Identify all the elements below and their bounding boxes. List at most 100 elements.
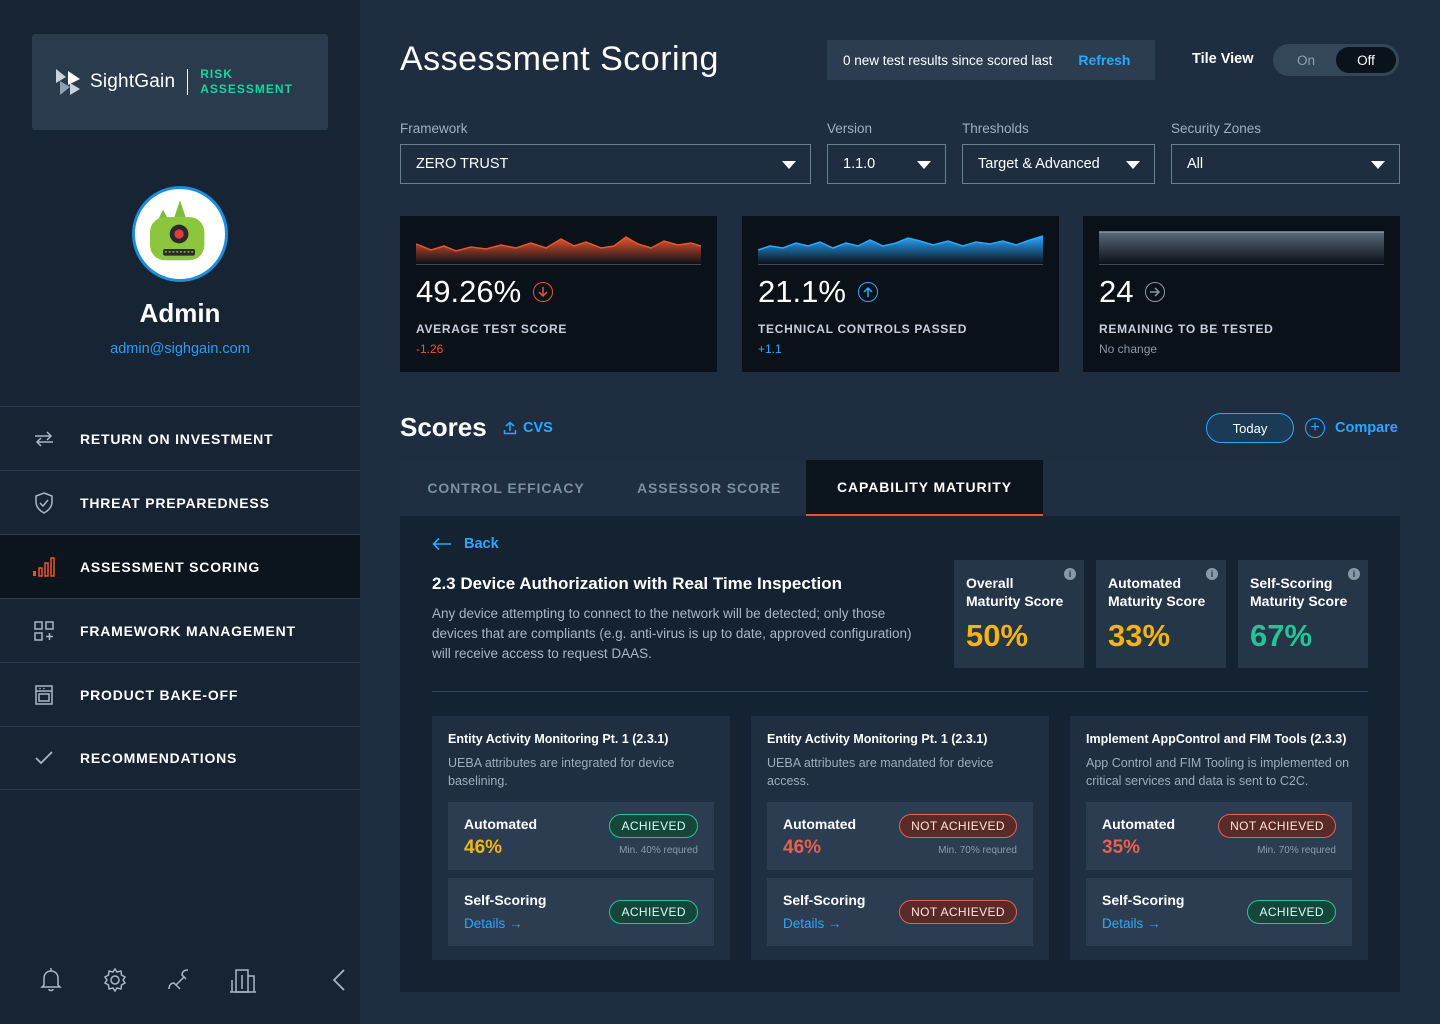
caret-down-icon [1126, 161, 1140, 169]
control-description: App Control and FIM Tooling is implement… [1086, 756, 1350, 788]
transfer-arrows-icon [32, 427, 56, 451]
user-email[interactable]: admin@sighgain.com [0, 341, 360, 357]
arrow-down-icon [533, 282, 554, 302]
status-badge: NOT ACHIEVED [1218, 814, 1336, 838]
kpi-card-remaining-to-be-tested[interactable]: 24 REMAINING TO BE TESTED No change [1083, 216, 1400, 372]
controls-passed-sparkline [758, 235, 1043, 264]
brand-product-line1: RISK [200, 67, 233, 81]
framework-select[interactable]: ZERO TRUST [400, 144, 811, 184]
info-icon[interactable]: i [1348, 568, 1360, 580]
tab-control-efficacy[interactable]: CONTROL EFFICACY [400, 460, 612, 516]
control-title: Implement AppControl and FIM Tools (2.3.… [1086, 732, 1347, 746]
sidebar-item-threat-preparedness[interactable]: THREAT PREPAREDNESS [0, 470, 360, 534]
brand-product: RISK ASSESSMENT [200, 67, 293, 97]
minimum-required: Min. 40% requred [619, 845, 698, 856]
sidebar-item-label: PRODUCT BAKE-OFF [80, 686, 239, 703]
security-zones-select[interactable]: All [1171, 144, 1400, 184]
sidebar-item-recommendations[interactable]: RECOMMENDATIONS [0, 726, 360, 790]
sidebar-item-return-on-investment[interactable]: RETURN ON INVESTMENT [0, 406, 360, 470]
phone-icon[interactable] [164, 965, 194, 995]
kpi-delta: No change [1099, 342, 1158, 356]
toggle-off-option[interactable]: Off [1336, 47, 1396, 73]
sidebar-item-label: THREAT PREPAREDNESS [80, 494, 270, 511]
maturity-label: Overall [966, 575, 1014, 591]
maturity-value: 50% [966, 618, 1029, 653]
thresholds-select[interactable]: Target & Advanced [962, 144, 1155, 184]
control-card-2-3-1-baselining: Entity Activity Monitoring Pt. 1 (2.3.1)… [432, 716, 730, 960]
collapse-sidebar-chevron-icon[interactable] [328, 966, 350, 994]
sidebar-footer [36, 964, 336, 996]
security-zones-label: Security Zones [1171, 121, 1262, 136]
automated-score-row: Automated 46% ACHIEVED Min. 40% requred [448, 802, 714, 870]
avatar[interactable] [132, 186, 228, 282]
back-label: Back [464, 536, 499, 552]
kpi-card-technical-controls-passed[interactable]: 21.1% TECHNICAL CONTROLS PASSED +1.1 [742, 216, 1059, 372]
sparkline-baseline [1099, 264, 1384, 265]
details-link[interactable]: Details → [783, 916, 842, 931]
tab-assessor-score[interactable]: ASSESSOR SCORE [612, 460, 806, 516]
minimum-required: Min. 70% requred [938, 845, 1017, 856]
control-title: Entity Activity Monitoring Pt. 1 (2.3.1) [448, 732, 669, 746]
tab-capability-maturity[interactable]: CAPABILITY MATURITY [806, 460, 1043, 516]
info-icon[interactable]: i [1064, 568, 1076, 580]
automated-value: 46% [464, 837, 503, 858]
maturity-label: Maturity Score [966, 593, 1064, 609]
version-select[interactable]: 1.1.0 [827, 144, 946, 184]
sightgain-logo-icon [56, 69, 80, 95]
tile-view-label: Tile View [1192, 51, 1254, 67]
brand-logo[interactable]: SightGain RISK ASSESSMENT [32, 34, 328, 130]
sparkline-baseline [416, 264, 701, 265]
tile-view-toggle[interactable]: On Off [1273, 44, 1399, 76]
details-link[interactable]: Details → [1102, 916, 1161, 931]
maturity-label: Maturity Score [1108, 593, 1206, 609]
details-link[interactable]: Details → [464, 916, 523, 931]
automated-label: Automated [1102, 816, 1176, 832]
today-button[interactable]: Today [1206, 413, 1294, 443]
arrow-left-icon [432, 537, 451, 551]
thresholds-label: Thresholds [962, 121, 1029, 136]
caret-down-icon [1371, 161, 1385, 169]
arrow-up-icon [857, 282, 878, 302]
self-scoring-row: Self-Scoring Details → ACHIEVED [448, 878, 714, 946]
export-cvs-button[interactable]: CVS [503, 420, 553, 436]
sidebar-item-product-bake-off[interactable]: PRODUCT BAKE-OFF [0, 662, 360, 726]
grid-plus-icon [32, 619, 56, 643]
gear-icon[interactable] [100, 965, 130, 995]
bell-icon[interactable] [36, 965, 66, 995]
thresholds-value: Target & Advanced [978, 156, 1100, 172]
kpi-label: TECHNICAL CONTROLS PASSED [758, 322, 968, 336]
brand-name: SightGain [90, 71, 176, 92]
info-icon[interactable]: i [1206, 568, 1218, 580]
minimum-required: Min. 70% requred [1257, 845, 1336, 856]
kpi-delta: -1.26 [416, 342, 444, 356]
remaining-sparkline [1099, 231, 1384, 264]
capability-description: Any device attempting to connect to the … [432, 606, 912, 661]
caret-down-icon [782, 161, 796, 169]
new-results-notice: 0 new test results since scored last Ref… [827, 40, 1155, 80]
shield-check-icon [32, 491, 56, 515]
toggle-on-option[interactable]: On [1276, 47, 1336, 73]
self-scoring-row: Self-Scoring Details → NOT ACHIEVED [767, 878, 1033, 946]
kpi-value: 24 [1099, 274, 1166, 310]
signal-bars-icon [32, 555, 56, 579]
sidebar: SightGain RISK ASSESSMENT Admin admin@si… [0, 0, 360, 1024]
user-name: Admin [139, 298, 221, 328]
self-scoring-label: Self-Scoring [464, 892, 547, 908]
status-badge: NOT ACHIEVED [899, 814, 1017, 838]
robot-avatar-icon [135, 189, 220, 274]
back-button[interactable]: Back [432, 536, 499, 552]
compare-button[interactable]: + Compare [1305, 418, 1398, 438]
upload-icon [503, 421, 517, 435]
security-zones-value: All [1187, 156, 1204, 172]
score-tabs: CONTROL EFFICACY ASSESSOR SCORE CAPABILI… [400, 460, 1400, 516]
kpi-card-average-test-score[interactable]: 49.26% AVERAGE TEST SCORE -1.26 [400, 216, 717, 372]
refresh-button[interactable]: Refresh [1078, 52, 1130, 68]
sidebar-item-assessment-scoring[interactable]: ASSESSMENT SCORING [0, 534, 360, 598]
brand-product-line2: ASSESSMENT [200, 82, 293, 96]
capability-title: 2.3 Device Authorization with Real Time … [432, 574, 842, 593]
building-icon[interactable] [228, 965, 258, 995]
control-description: UEBA attributes are integrated for devic… [448, 756, 675, 788]
kpi-value: 21.1% [758, 274, 878, 310]
sidebar-item-framework-management[interactable]: FRAMEWORK MANAGEMENT [0, 598, 360, 662]
automated-label: Automated [464, 816, 538, 832]
